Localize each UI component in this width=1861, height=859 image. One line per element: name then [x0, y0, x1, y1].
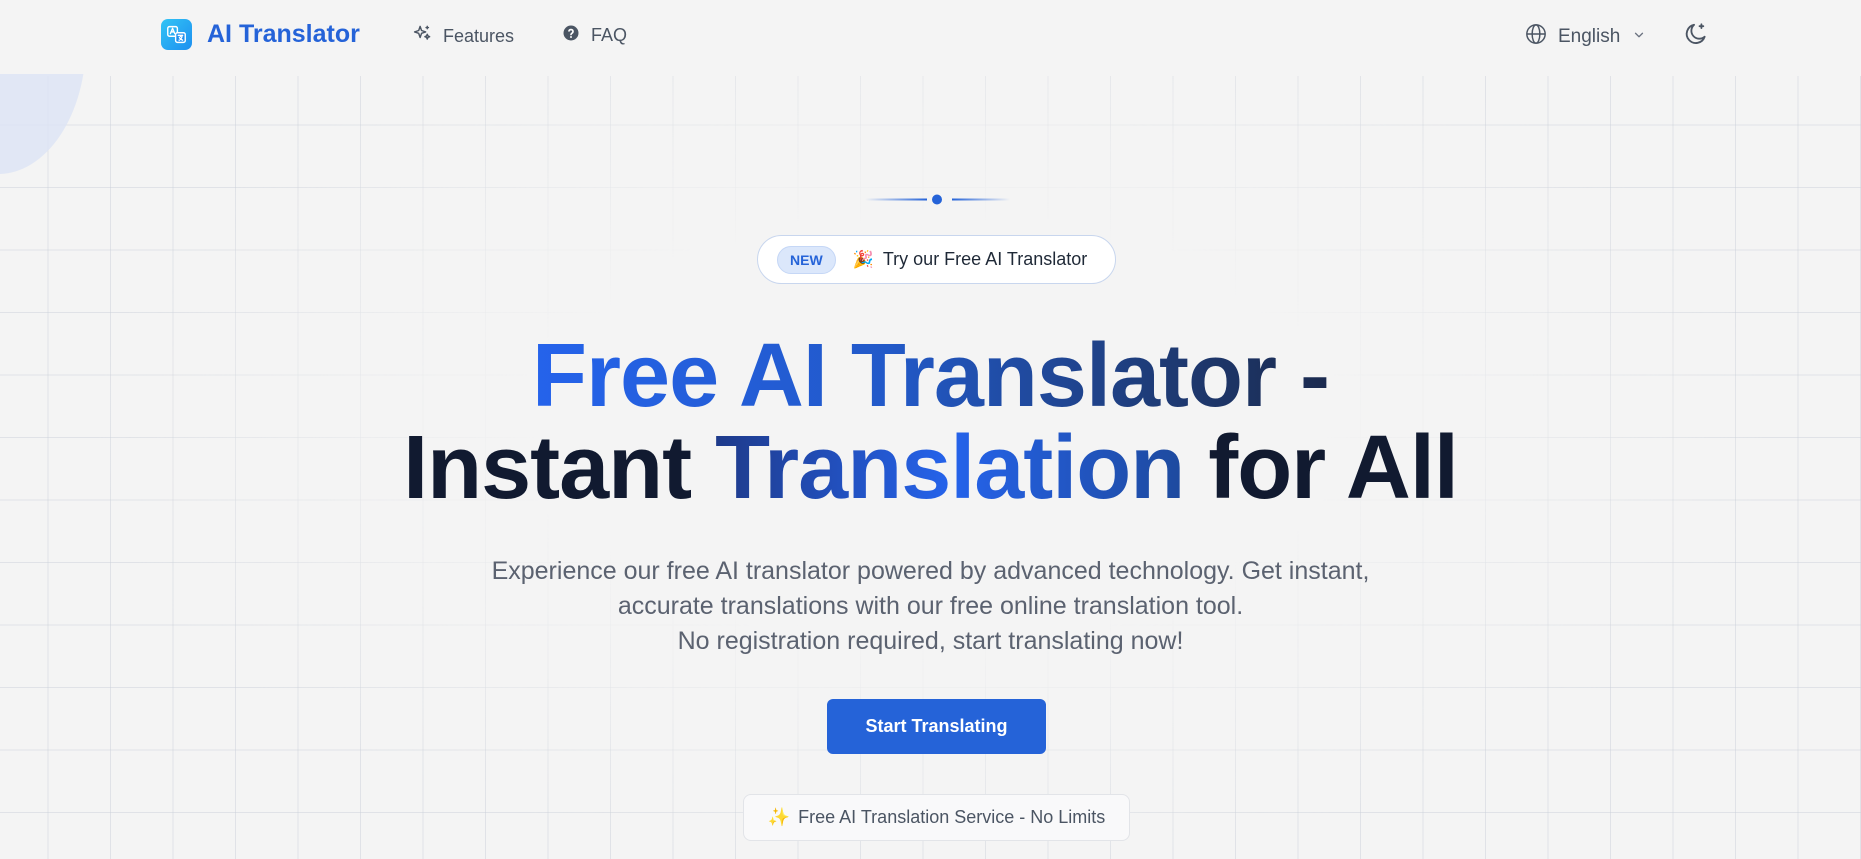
hero-title-line1: Free AI Translator -	[532, 326, 1330, 426]
logo-link[interactable]: AI Translator	[161, 19, 360, 50]
chevron-down-icon	[1632, 26, 1646, 48]
subtitle-line: No registration required, start translat…	[677, 627, 1184, 655]
subtitle-line: Experience our free AI translator powere…	[491, 557, 1370, 585]
help-circle-icon	[562, 24, 580, 47]
globe-icon	[1525, 23, 1547, 51]
nav-features-label: Features	[443, 25, 515, 46]
party-icon: 🎉	[852, 249, 874, 270]
nav-faq-label: FAQ	[591, 25, 628, 45]
hero-title-line2-start: Instant	[403, 418, 716, 518]
page: AI Translator Features FAQ English NEW 🎉…	[0, 0, 1861, 859]
subtitle-line: accurate translations with our free onli…	[617, 592, 1244, 620]
header: AI Translator Features FAQ English	[0, 0, 1861, 74]
decorative-divider	[865, 194, 1010, 205]
hero-title: Free AI Translator - Instant Translation…	[0, 330, 1861, 514]
hero-subtitle: Experience our free AI translator powere…	[0, 554, 1861, 659]
logo-text: AI Translator	[207, 20, 360, 48]
hero-title-highlight: Translation	[715, 418, 1185, 518]
announcement-badge[interactable]: NEW 🎉 Try our Free AI Translator	[757, 235, 1116, 284]
nav-features[interactable]: Features	[413, 24, 514, 48]
service-pill: ✨ Free AI Translation Service - No Limit…	[743, 794, 1130, 841]
badge-text: Try our Free AI Translator	[882, 249, 1088, 269]
sparkle-icon: ✨	[767, 807, 791, 828]
start-translating-button[interactable]: Start Translating	[827, 699, 1046, 754]
new-tag: NEW	[777, 245, 836, 274]
service-text: Free AI Translation Service - No Limits	[798, 807, 1106, 827]
nav-faq[interactable]: FAQ	[562, 24, 627, 47]
hero-title-line2-end: for All	[1184, 418, 1459, 518]
translate-icon	[161, 19, 192, 50]
language-select[interactable]: English	[1525, 23, 1646, 51]
moon-icon	[1683, 23, 1709, 51]
sparkles-icon	[413, 24, 432, 48]
language-label: English	[1558, 26, 1621, 47]
theme-toggle[interactable]	[1683, 21, 1709, 47]
